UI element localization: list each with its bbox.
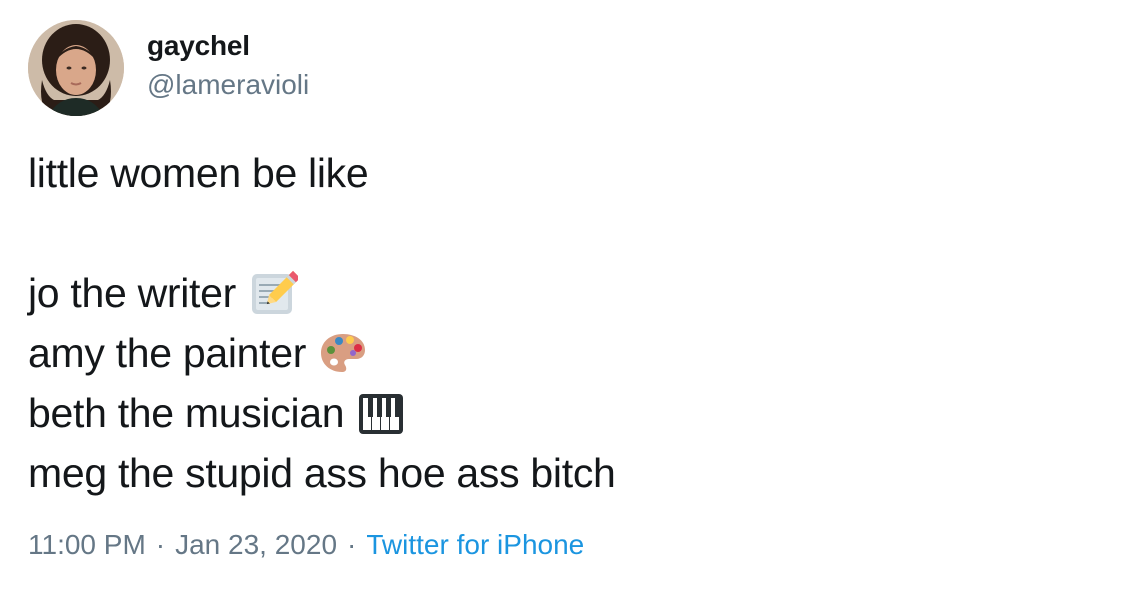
- musical-keyboard-icon: [356, 388, 406, 438]
- tweet-line-text: little women be like: [28, 150, 369, 196]
- tweet-source-link[interactable]: Twitter for iPhone: [366, 529, 584, 560]
- user-handle[interactable]: @lameravioli: [147, 67, 309, 103]
- meta-separator: ·: [347, 529, 357, 560]
- memo-icon: [248, 268, 299, 318]
- tweet-line-text: amy the painter: [28, 330, 307, 376]
- tweet-line-text: jo the writer: [28, 270, 237, 316]
- tweet-line: jo the writer: [28, 263, 1108, 323]
- tweet-line-text: beth the musician: [28, 390, 345, 436]
- display-name[interactable]: gaychel: [147, 28, 250, 64]
- tweet-line: little women be like: [28, 143, 1108, 203]
- tweet-line-text: meg the stupid ass hoe ass bitch: [28, 450, 616, 496]
- tweet-line: meg the stupid ass hoe ass bitch: [28, 443, 1108, 503]
- tweet-line: beth the musician: [28, 383, 1108, 443]
- tweet-date[interactable]: Jan 23, 2020: [175, 529, 337, 560]
- tweet-meta: 11:00 PM · Jan 23, 2020 · Twitter for iPhone: [28, 527, 584, 563]
- meta-separator: ·: [155, 529, 166, 560]
- tweet-card: gaychel @lameravioli little women be lik…: [0, 0, 1131, 592]
- tweet-text: little women be like jo the writer amy t…: [28, 143, 1108, 503]
- avatar[interactable]: [28, 20, 124, 116]
- tweet-time[interactable]: 11:00 PM: [28, 529, 146, 560]
- artist-palette-icon: [318, 328, 368, 378]
- tweet-line: amy the painter: [28, 323, 1108, 383]
